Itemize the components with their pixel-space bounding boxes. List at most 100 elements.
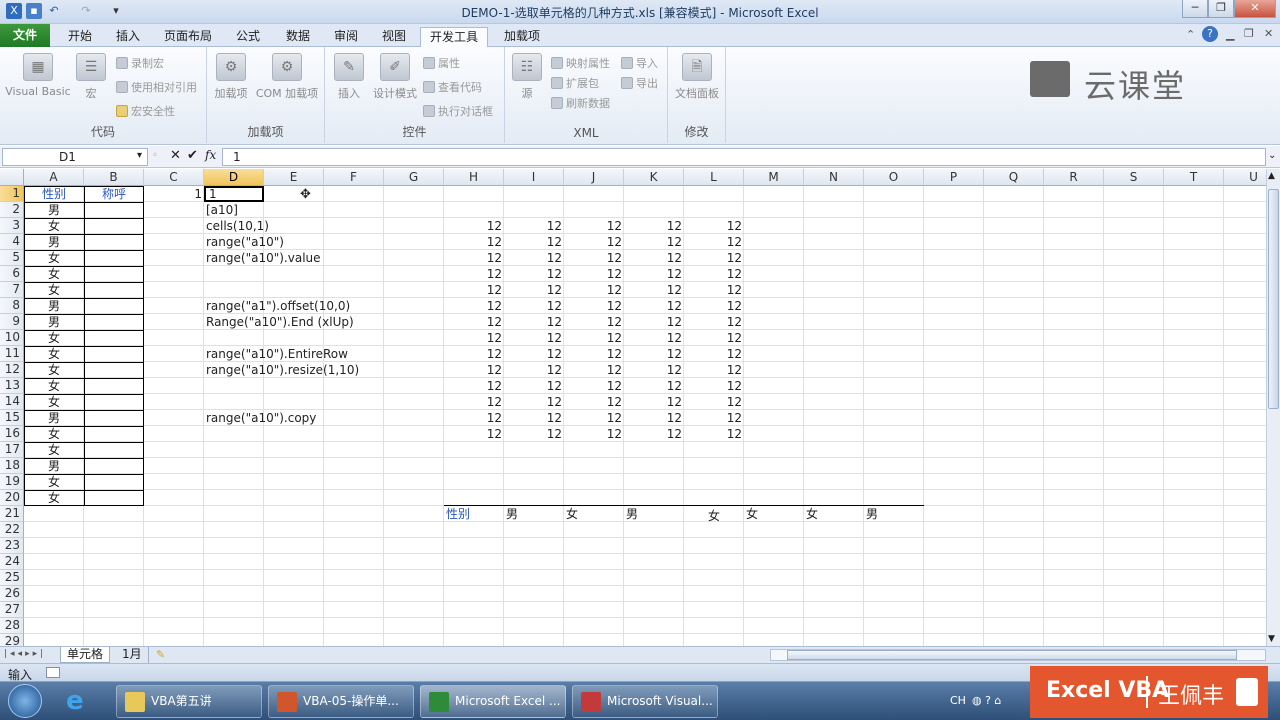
cell-num[interactable]: 12 xyxy=(446,314,502,330)
cell-d3[interactable]: cells(10,1) xyxy=(206,218,269,234)
column-header-l[interactable]: L xyxy=(684,169,744,186)
macros-button[interactable]: ☰ 宏 xyxy=(76,53,106,101)
name-box-dropdown-icon[interactable]: ▾ xyxy=(137,150,142,161)
cell-num[interactable]: 12 xyxy=(506,218,562,234)
cell-row21-4[interactable]: 女 xyxy=(746,506,802,522)
cell-a20[interactable]: 女 xyxy=(26,490,82,506)
cell-num[interactable]: 12 xyxy=(686,266,742,282)
cell-num[interactable]: 12 xyxy=(566,426,622,442)
workbook-close-icon[interactable]: ✕ xyxy=(1264,27,1273,40)
tab-home[interactable]: 开始 xyxy=(58,27,102,47)
record-macro-button[interactable]: 录制宏 xyxy=(116,55,164,71)
expansion-packs-button[interactable]: 扩展包 xyxy=(551,75,599,91)
cell-num[interactable]: 12 xyxy=(446,218,502,234)
view-code-button[interactable]: 查看代码 xyxy=(423,79,482,95)
row-header-1[interactable]: 1 xyxy=(0,186,24,202)
row-header-8[interactable]: 8 xyxy=(0,298,24,314)
cell-num[interactable]: 12 xyxy=(566,346,622,362)
cell-num[interactable]: 12 xyxy=(626,346,682,362)
cell-a6[interactable]: 女 xyxy=(26,266,82,282)
cell-num[interactable]: 12 xyxy=(626,330,682,346)
cell-num[interactable]: 12 xyxy=(566,234,622,250)
cell-a16[interactable]: 女 xyxy=(26,426,82,442)
cell-num[interactable]: 12 xyxy=(686,410,742,426)
horizontal-scrollbar[interactable] xyxy=(770,649,1266,661)
cell-num[interactable]: 12 xyxy=(626,362,682,378)
column-header-r[interactable]: R xyxy=(1044,169,1104,186)
tray-icons[interactable]: ◍ ? ⌂ xyxy=(972,694,1001,707)
cell-b1[interactable]: 称呼 xyxy=(86,186,142,202)
row-header-24[interactable]: 24 xyxy=(0,554,24,570)
tab-review[interactable]: 审阅 xyxy=(324,27,368,47)
cell-num[interactable]: 12 xyxy=(446,426,502,442)
cell-a14[interactable]: 女 xyxy=(26,394,82,410)
hscroll-thumb[interactable] xyxy=(787,650,1237,660)
cell-d4[interactable]: range("a10") xyxy=(206,234,284,250)
cell-num[interactable]: 12 xyxy=(566,266,622,282)
start-button-icon[interactable] xyxy=(8,684,42,718)
cell-num[interactable]: 12 xyxy=(506,234,562,250)
column-header-d[interactable]: D xyxy=(204,169,264,186)
cell-num[interactable]: 12 xyxy=(446,410,502,426)
cell-num[interactable]: 12 xyxy=(566,378,622,394)
row-header-11[interactable]: 11 xyxy=(0,346,24,362)
cell-num[interactable]: 12 xyxy=(506,378,562,394)
cell-row21-5[interactable]: 女 xyxy=(806,506,862,522)
cell-num[interactable]: 12 xyxy=(626,426,682,442)
cell-a17[interactable]: 女 xyxy=(26,442,82,458)
formula-input[interactable]: 1 xyxy=(222,148,1266,166)
cell-num[interactable]: 12 xyxy=(566,218,622,234)
column-header-b[interactable]: B xyxy=(84,169,144,186)
cell-a1[interactable]: 性别 xyxy=(26,186,82,202)
formula-bar-expand-icon[interactable]: ⌄ xyxy=(1268,150,1276,161)
select-all-corner[interactable] xyxy=(0,169,24,186)
row-header-17[interactable]: 17 xyxy=(0,442,24,458)
column-header-n[interactable]: N xyxy=(804,169,864,186)
cell-num[interactable]: 12 xyxy=(566,314,622,330)
column-header-s[interactable]: S xyxy=(1104,169,1164,186)
cancel-icon[interactable]: ✕ xyxy=(170,148,181,163)
cell-num[interactable]: 12 xyxy=(446,250,502,266)
column-header-c[interactable]: C xyxy=(144,169,204,186)
cell-num[interactable]: 12 xyxy=(626,314,682,330)
row-header-29[interactable]: 29 xyxy=(0,634,24,646)
cell-num[interactable]: 12 xyxy=(686,298,742,314)
cell-num[interactable]: 12 xyxy=(506,346,562,362)
cell-num[interactable]: 12 xyxy=(626,378,682,394)
cell-num[interactable]: 12 xyxy=(506,362,562,378)
cell-a15[interactable]: 男 xyxy=(26,410,82,426)
cell-num[interactable]: 12 xyxy=(566,298,622,314)
row-header-21[interactable]: 21 xyxy=(0,506,24,522)
cell-num[interactable]: 12 xyxy=(686,330,742,346)
cell-a8[interactable]: 男 xyxy=(26,298,82,314)
cell-d5[interactable]: range("a10").value xyxy=(206,250,321,266)
row-header-14[interactable]: 14 xyxy=(0,394,24,410)
column-header-t[interactable]: T xyxy=(1164,169,1224,186)
enter-icon[interactable]: ✔ xyxy=(187,148,198,163)
row-header-13[interactable]: 13 xyxy=(0,378,24,394)
properties-button[interactable]: 属性 xyxy=(423,55,460,71)
insert-sheet-icon[interactable]: ✎ xyxy=(156,648,165,661)
cell-num[interactable]: 12 xyxy=(506,266,562,282)
row-header-3[interactable]: 3 xyxy=(0,218,24,234)
row-header-22[interactable]: 22 xyxy=(0,522,24,538)
row-header-18[interactable]: 18 xyxy=(0,458,24,474)
minimize-button[interactable]: ─ xyxy=(1182,0,1208,18)
cell-num[interactable]: 12 xyxy=(686,314,742,330)
column-header-e[interactable]: E xyxy=(264,169,324,186)
worksheet-grid[interactable]: ABCDEFGHIJKLMNOPQRSTU 1 2 3 4 5 6 7 8 9 10 11 12 13 1… xyxy=(0,169,1266,646)
row-header-2[interactable]: 2 xyxy=(0,202,24,218)
cell-a10[interactable]: 女 xyxy=(26,330,82,346)
column-header-j[interactable]: J xyxy=(564,169,624,186)
visual-basic-button[interactable]: ▦ Visual Basic xyxy=(4,53,72,98)
cell-num[interactable]: 12 xyxy=(626,250,682,266)
cell-a13[interactable]: 女 xyxy=(26,378,82,394)
cell-num[interactable]: 12 xyxy=(626,410,682,426)
tab-data[interactable]: 数据 xyxy=(276,27,320,47)
cell-num[interactable]: 12 xyxy=(626,266,682,282)
cell-num[interactable]: 12 xyxy=(506,426,562,442)
row-header-10[interactable]: 10 xyxy=(0,330,24,346)
workbook-restore-icon[interactable]: ❐ xyxy=(1244,27,1254,40)
row-header-19[interactable]: 19 xyxy=(0,474,24,490)
cell-num[interactable]: 12 xyxy=(626,234,682,250)
